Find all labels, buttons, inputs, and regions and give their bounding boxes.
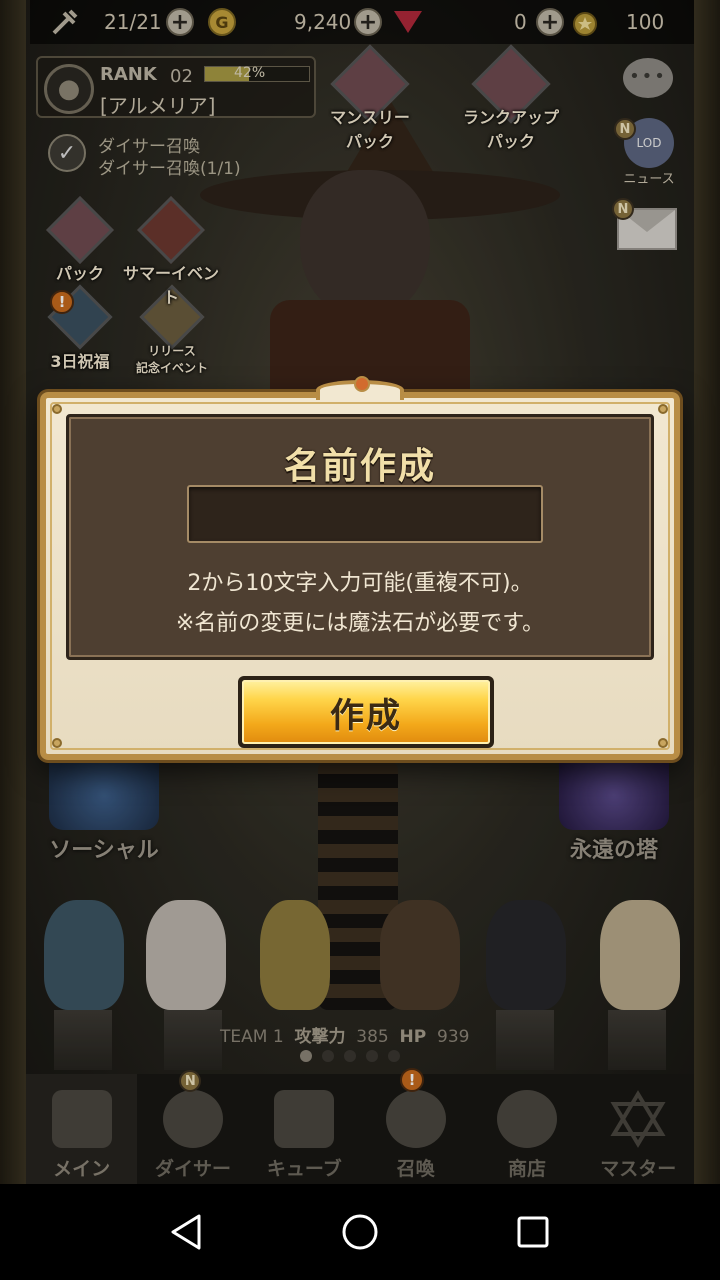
create-button-label: 作成 bbox=[242, 680, 490, 744]
corner-ornament bbox=[658, 404, 668, 414]
corner-ornament bbox=[52, 404, 62, 414]
home-circle-icon bbox=[342, 1214, 378, 1250]
back-button[interactable] bbox=[157, 1202, 217, 1262]
dialog-crest-ornament bbox=[316, 376, 404, 400]
corner-ornament bbox=[658, 738, 668, 748]
name-change-cost-hint: ※名前の変更には魔法石が必要です。 bbox=[175, 611, 545, 636]
home-button[interactable] bbox=[330, 1202, 390, 1262]
create-button[interactable]: 作成 bbox=[238, 676, 494, 748]
game-screen: 21/21 + G 9,240 + 0 + 100 ● RANK 02 42% … bbox=[0, 0, 720, 1184]
system-nav-bar bbox=[0, 1184, 720, 1280]
recents-square-icon bbox=[517, 1216, 549, 1248]
dialog-content-panel: 名前作成 2から10文字入力可能(重複不可)。 ※名前の変更には魔法石が必要です… bbox=[66, 414, 654, 660]
name-input[interactable] bbox=[187, 485, 543, 543]
name-length-hint: 2から10文字入力可能(重複不可)。 bbox=[187, 571, 533, 596]
back-triangle-icon bbox=[171, 1214, 201, 1250]
corner-ornament bbox=[52, 738, 62, 748]
recents-button[interactable] bbox=[503, 1202, 563, 1262]
name-creation-dialog: 名前作成 2から10文字入力可能(重複不可)。 ※名前の変更には魔法石が必要です… bbox=[40, 376, 680, 760]
dialog-title: 名前作成 bbox=[283, 446, 436, 487]
